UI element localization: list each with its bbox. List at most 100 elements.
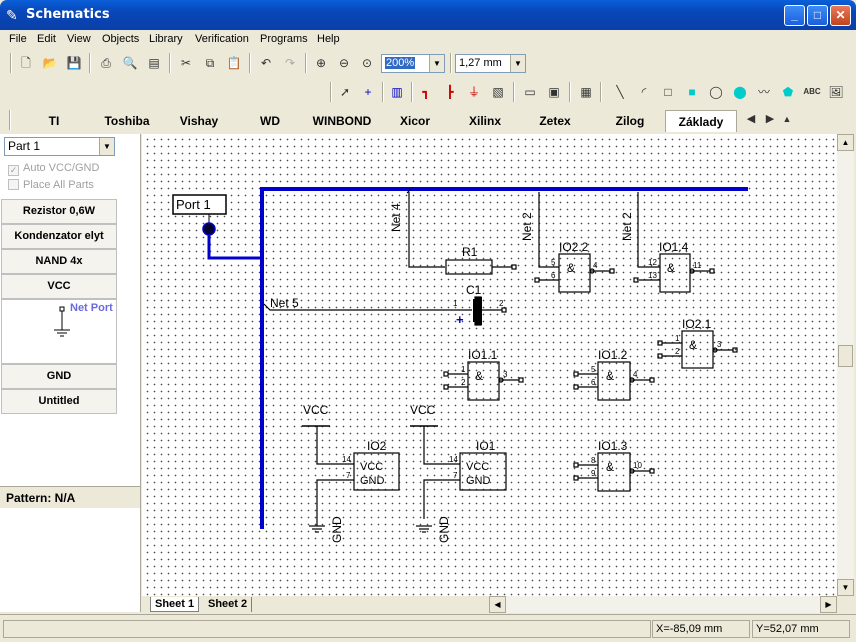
part-vcc[interactable]: VCC [1, 274, 117, 299]
chevron-right-icon[interactable]: ▲ [780, 109, 794, 129]
tab-zetex[interactable]: Zetex [530, 110, 580, 132]
minimize-button[interactable]: _ [784, 5, 805, 26]
arc-icon[interactable]: ◜ [634, 82, 654, 102]
status-y: Y=52,07 mm [752, 620, 850, 638]
copy-icon[interactable]: ⧉ [200, 53, 220, 73]
chevron-down-icon[interactable]: ▼ [429, 55, 444, 72]
tab-ti[interactable]: TI [30, 110, 78, 132]
scroll-left-icon[interactable]: ◀ [489, 596, 506, 613]
tab-xicor[interactable]: Xicor [390, 110, 440, 132]
print-preview-icon[interactable]: 🔍 [120, 53, 140, 73]
zoom-out-icon[interactable]: ⊖ [334, 53, 354, 73]
vertical-scrollbar[interactable]: ▲ ▼ [837, 134, 854, 596]
part-select[interactable]: Part 1 ▼ [4, 137, 115, 156]
paste-icon[interactable]: 📋 [224, 53, 244, 73]
menu-objects[interactable]: Objects [102, 33, 139, 45]
net-port-icon[interactable]: ⏚ [464, 82, 484, 102]
tab-zaklady[interactable]: Základy [665, 110, 737, 132]
menu-programs[interactable]: Programs [260, 33, 308, 45]
part-gnd[interactable]: GND [1, 364, 117, 389]
line-icon[interactable]: ╲ [610, 82, 630, 102]
place-all-label: Place All Parts [23, 179, 94, 191]
undo-icon[interactable]: ↶ [256, 53, 276, 73]
ellipse-icon[interactable]: ◯ [706, 82, 726, 102]
scroll-up-icon[interactable]: ▲ [837, 134, 854, 151]
new-file-icon[interactable]: 🗋 [16, 53, 36, 73]
close-button[interactable]: ✕ [830, 5, 851, 26]
chip-icon[interactable]: ▭ [520, 82, 540, 102]
and-symbol: & [606, 460, 614, 474]
zoom-fit-icon[interactable]: ⊙ [357, 53, 377, 73]
text-icon[interactable]: ABC [802, 82, 822, 102]
menu-view[interactable]: View [67, 33, 91, 45]
part-nand[interactable]: NAND 4x [1, 249, 117, 274]
scroll-down-icon[interactable]: ▼ [837, 579, 854, 596]
gnd-pin-label: GND [360, 475, 385, 487]
place-all-checkbox[interactable]: Place All Parts [8, 179, 94, 191]
menu-edit[interactable]: Edit [37, 33, 56, 45]
part-untitled[interactable]: Untitled [1, 389, 117, 414]
port-wire[interactable] [207, 229, 262, 260]
vertical-scroll-thumb[interactable] [838, 345, 853, 367]
filled-ellipse-icon[interactable]: ⬤ [730, 82, 750, 102]
tab-scroll-right-icon[interactable]: ▶ [760, 109, 780, 129]
menu-verification[interactable]: Verification [195, 33, 249, 45]
menu-bar: File Edit View Objects Library Verificat… [0, 30, 856, 49]
tab-winbond[interactable]: WINBOND [306, 110, 378, 132]
bus-icon[interactable]: ┣ [440, 82, 460, 102]
svg-text:+: + [456, 312, 464, 327]
tab-wd[interactable]: WD [250, 110, 290, 132]
maximize-button[interactable]: □ [807, 5, 828, 26]
tab-sheet-1[interactable]: Sheet 1 [150, 597, 200, 612]
filled-rectangle-icon[interactable]: ■ [682, 82, 702, 102]
pin-label: 14 [449, 455, 458, 464]
net-label-icon[interactable]: ▧ [488, 82, 508, 102]
wire-icon[interactable]: ┓ [416, 82, 436, 102]
tab-scroll-left-icon[interactable]: ◀ [741, 109, 761, 129]
tab-toshiba[interactable]: Toshiba [95, 110, 159, 132]
menu-file[interactable]: File [9, 33, 27, 45]
ic-icon[interactable]: ▣ [544, 82, 564, 102]
pin-label: 4 [593, 261, 598, 270]
chevron-down-icon[interactable]: ▼ [99, 138, 114, 155]
scroll-right-icon[interactable]: ▶ [820, 596, 837, 613]
save-icon[interactable]: 💾 [64, 53, 84, 73]
tab-zilog[interactable]: Zilog [605, 110, 655, 132]
chevron-down-icon[interactable]: ▼ [510, 55, 525, 72]
open-folder-icon[interactable]: 📂 [40, 53, 60, 73]
picture-icon[interactable]: 🖼 [826, 82, 846, 102]
table-icon[interactable]: ▦ [576, 82, 596, 102]
menu-library[interactable]: Library [149, 33, 183, 45]
part-rezistor[interactable]: Rezistor 0,6W [1, 199, 117, 224]
pin-label: 7 [453, 471, 458, 480]
polygon-icon[interactable]: ⬟ [778, 82, 798, 102]
vcc-pin-label: VCC [360, 461, 383, 473]
component-icon[interactable]: ▥ [387, 82, 407, 102]
tab-xilinx[interactable]: Xilinx [460, 110, 510, 132]
page-setup-icon[interactable]: ▤ [144, 53, 164, 73]
pattern-label: Pattern: N/A [0, 486, 140, 508]
schematic-canvas[interactable]: Port 1 Net 4 Net 2 Net 2 Net 5 R1 C1 IO2… [142, 134, 837, 596]
cut-icon[interactable]: ✂ [176, 53, 196, 73]
redo-icon[interactable]: ↷ [280, 53, 300, 73]
io2-label: IO2 [367, 439, 387, 453]
grid-select[interactable]: 1,27 mm ▼ [455, 54, 526, 73]
app-icon[interactable]: ✎ [6, 7, 22, 23]
tab-vishay[interactable]: Vishay [170, 110, 228, 132]
rectangle-icon[interactable]: □ [658, 82, 678, 102]
zoom-select[interactable]: 200% ▼ [381, 54, 445, 73]
polyline-icon[interactable]: 〰 [754, 82, 774, 102]
crosshair-icon[interactable]: + [358, 82, 378, 102]
checkbox-checked-icon: ✓ [8, 165, 19, 176]
tab-sheet-2[interactable]: Sheet 2 [204, 597, 253, 612]
menu-help[interactable]: Help [317, 33, 340, 45]
schematic-drawing[interactable]: Port 1 Net 4 Net 2 Net 2 Net 5 R1 C1 IO2… [142, 134, 837, 596]
horizontal-scroll-track[interactable] [506, 596, 820, 613]
part-kondenzator[interactable]: Kondenzator elyt [1, 224, 117, 249]
net-port-preview[interactable]: Net Port [1, 299, 117, 364]
print-icon[interactable]: ⎙ [96, 53, 116, 73]
pin-label: 9 [591, 469, 596, 478]
auto-vcc-checkbox[interactable]: ✓ Auto VCC/GND [8, 162, 99, 176]
zoom-in-icon[interactable]: ⊕ [311, 53, 331, 73]
pointer-icon[interactable]: ➚ [335, 82, 355, 102]
